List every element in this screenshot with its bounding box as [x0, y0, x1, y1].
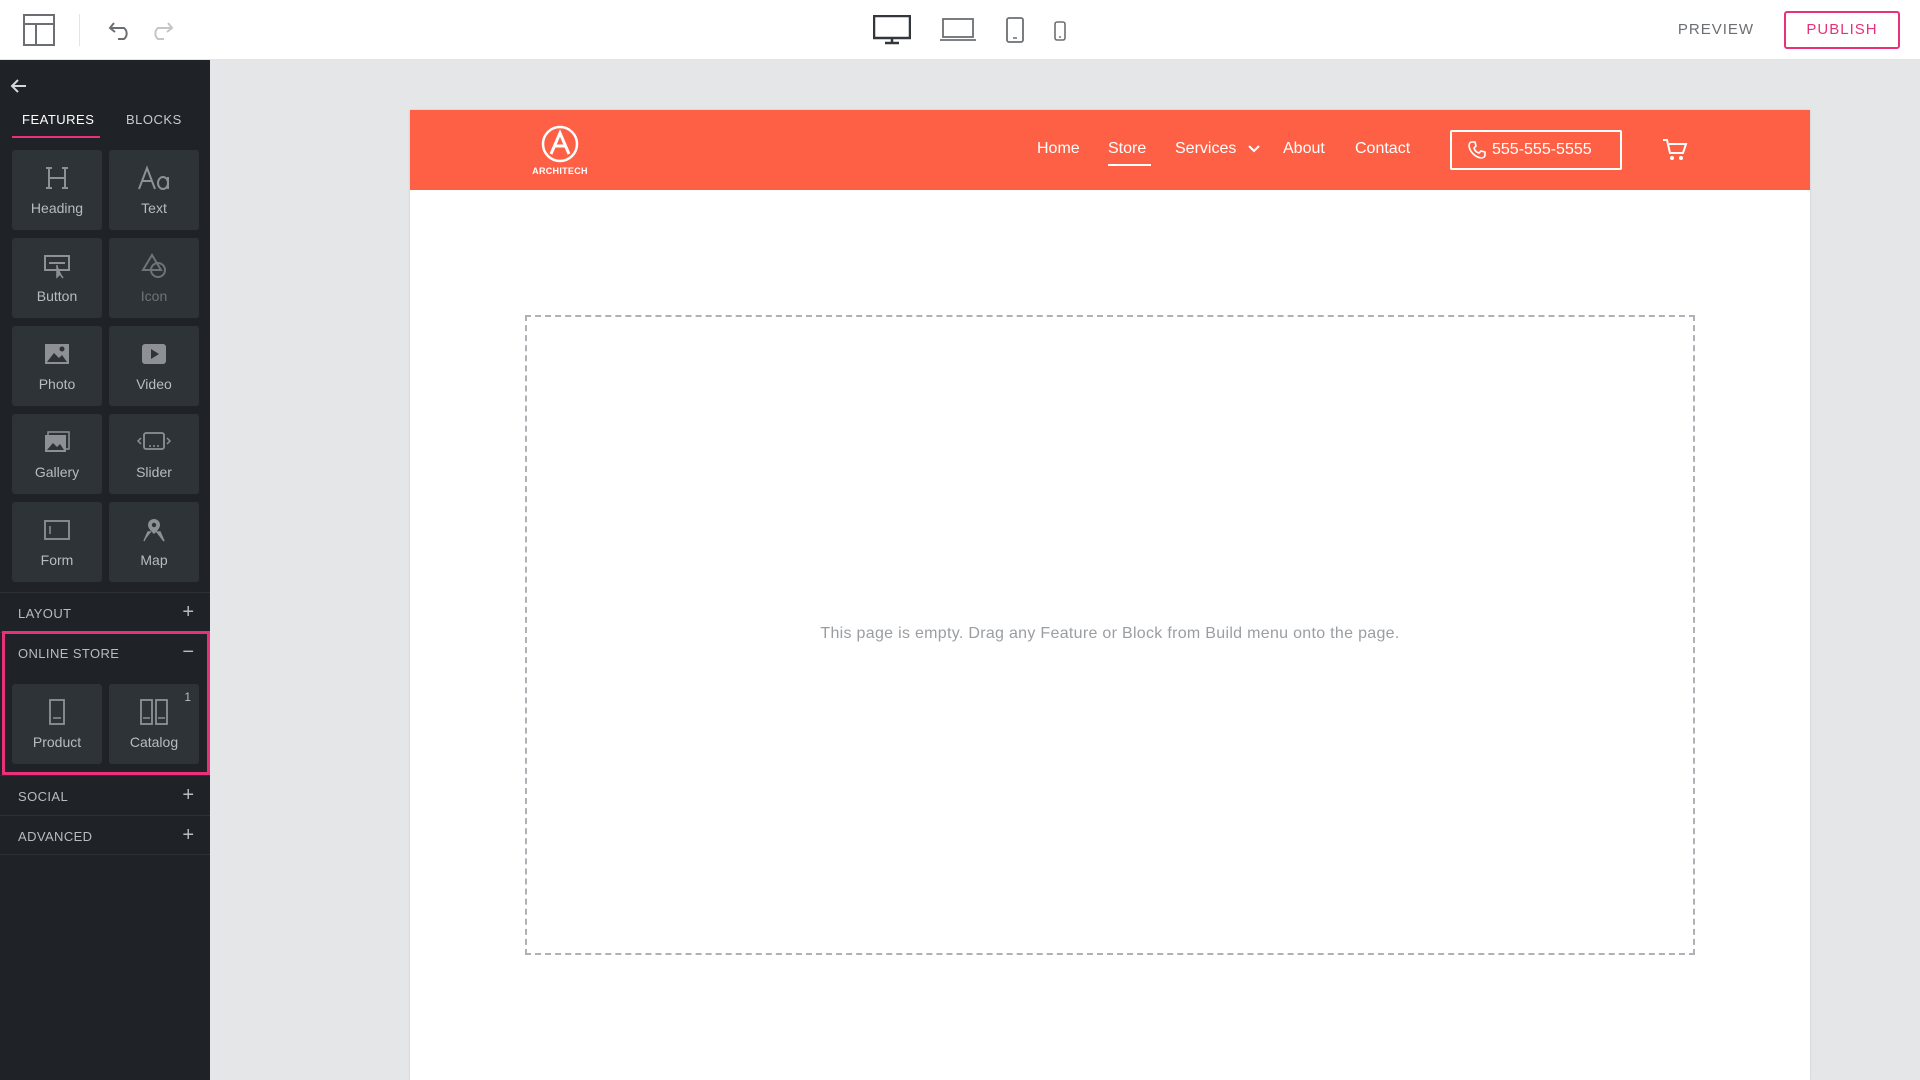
product-icon — [12, 696, 102, 728]
collapse-minus-icon[interactable]: − — [182, 641, 194, 663]
nav-store[interactable]: Store — [1108, 140, 1146, 158]
feature-label: Icon — [140, 288, 168, 304]
chevron-down-icon[interactable] — [1247, 143, 1261, 155]
feature-photo[interactable]: Photo — [12, 326, 102, 406]
phone-number: 555-555-5555 — [1492, 141, 1592, 158]
desktop-icon[interactable] — [872, 14, 912, 46]
map-icon — [109, 514, 199, 546]
feature-icon[interactable]: Icon — [109, 238, 199, 318]
feature-gallery[interactable]: Gallery — [12, 414, 102, 494]
top-toolbar: PREVIEW PUBLISH — [0, 0, 1920, 60]
cart-icon[interactable] — [1662, 138, 1688, 162]
editor-canvas: ARCHITECH Home Store Services About Cont… — [210, 60, 1920, 1080]
feature-label: Gallery — [34, 464, 80, 480]
toolbar-divider — [79, 14, 80, 46]
feature-label: Slider — [136, 464, 172, 480]
tablet-icon[interactable] — [1003, 14, 1027, 46]
sidebar-tabs: FEATURES BLOCKS — [0, 104, 210, 138]
heading-icon — [12, 162, 102, 194]
feature-map[interactable]: Map — [109, 502, 199, 582]
feature-form[interactable]: Form — [12, 502, 102, 582]
feature-label: Form — [40, 552, 74, 568]
layout-icon[interactable] — [22, 13, 56, 47]
shapes-icon — [109, 250, 199, 282]
feature-label: Photo — [38, 376, 76, 392]
section-label: LAYOUT — [18, 606, 72, 621]
phone-button[interactable]: 555-555-5555 — [1450, 130, 1622, 170]
section-label: ONLINE STORE — [18, 646, 120, 661]
laptop-icon[interactable] — [938, 14, 978, 46]
logo-icon — [541, 125, 579, 163]
site-header: ARCHITECH Home Store Services About Cont… — [410, 110, 1810, 190]
section-label: ADVANCED — [18, 829, 93, 844]
nav-contact[interactable]: Contact — [1355, 140, 1410, 158]
tab-blocks[interactable]: BLOCKS — [126, 112, 182, 127]
page-preview: ARCHITECH Home Store Services About Cont… — [410, 110, 1810, 1080]
photo-icon — [12, 338, 102, 370]
feature-text[interactable]: Text — [109, 150, 199, 230]
feature-label: Video — [136, 376, 172, 392]
back-arrow-icon[interactable] — [10, 78, 34, 98]
store-product[interactable]: Product — [12, 684, 102, 764]
store-item-label: Catalog — [129, 734, 179, 750]
nav-services[interactable]: Services — [1175, 140, 1236, 158]
catalog-icon — [109, 696, 199, 728]
active-nav-underline — [1108, 164, 1151, 166]
site-logo[interactable]: ARCHITECH — [520, 124, 600, 180]
redo-icon[interactable] — [146, 15, 176, 45]
store-item-label: Product — [32, 734, 82, 750]
video-icon — [109, 338, 199, 370]
build-sidebar: FEATURES BLOCKS Heading Text Button Icon… — [0, 60, 210, 1080]
section-social[interactable]: SOCIAL + — [0, 775, 210, 815]
feature-video[interactable]: Video — [109, 326, 199, 406]
empty-page-dropzone[interactable]: This page is empty. Drag any Feature or … — [525, 315, 1695, 955]
section-advanced[interactable]: ADVANCED + — [0, 815, 210, 855]
feature-slider[interactable]: Slider — [109, 414, 199, 494]
section-online-store[interactable]: ONLINE STORE − — [0, 632, 210, 672]
section-layout[interactable]: LAYOUT + — [0, 592, 210, 632]
feature-heading[interactable]: Heading — [12, 150, 102, 230]
store-catalog[interactable]: 1 Catalog — [109, 684, 199, 764]
section-label: SOCIAL — [18, 789, 69, 804]
feature-label: Button — [36, 288, 78, 304]
tab-features[interactable]: FEATURES — [22, 112, 94, 127]
mobile-icon[interactable] — [1050, 18, 1070, 44]
gallery-icon — [12, 426, 102, 458]
expand-plus-icon[interactable]: + — [182, 824, 194, 846]
feature-label: Heading — [30, 200, 84, 216]
text-icon — [109, 162, 199, 194]
logo-text: ARCHITECH — [532, 166, 588, 176]
form-icon — [12, 514, 102, 546]
phone-icon — [1468, 141, 1486, 159]
empty-page-message: This page is empty. Drag any Feature or … — [820, 625, 1400, 642]
preview-button[interactable]: PREVIEW — [1662, 17, 1770, 43]
active-tab-indicator — [12, 136, 100, 138]
expand-plus-icon[interactable]: + — [182, 601, 194, 623]
nav-about[interactable]: About — [1283, 140, 1325, 158]
publish-button[interactable]: PUBLISH — [1784, 11, 1900, 49]
button-icon — [12, 250, 102, 282]
slider-icon — [109, 426, 199, 458]
undo-icon[interactable] — [106, 15, 136, 45]
feature-label: Map — [140, 552, 168, 568]
feature-button[interactable]: Button — [12, 238, 102, 318]
nav-home[interactable]: Home — [1037, 140, 1080, 158]
feature-label: Text — [141, 200, 167, 216]
expand-plus-icon[interactable]: + — [182, 784, 194, 806]
